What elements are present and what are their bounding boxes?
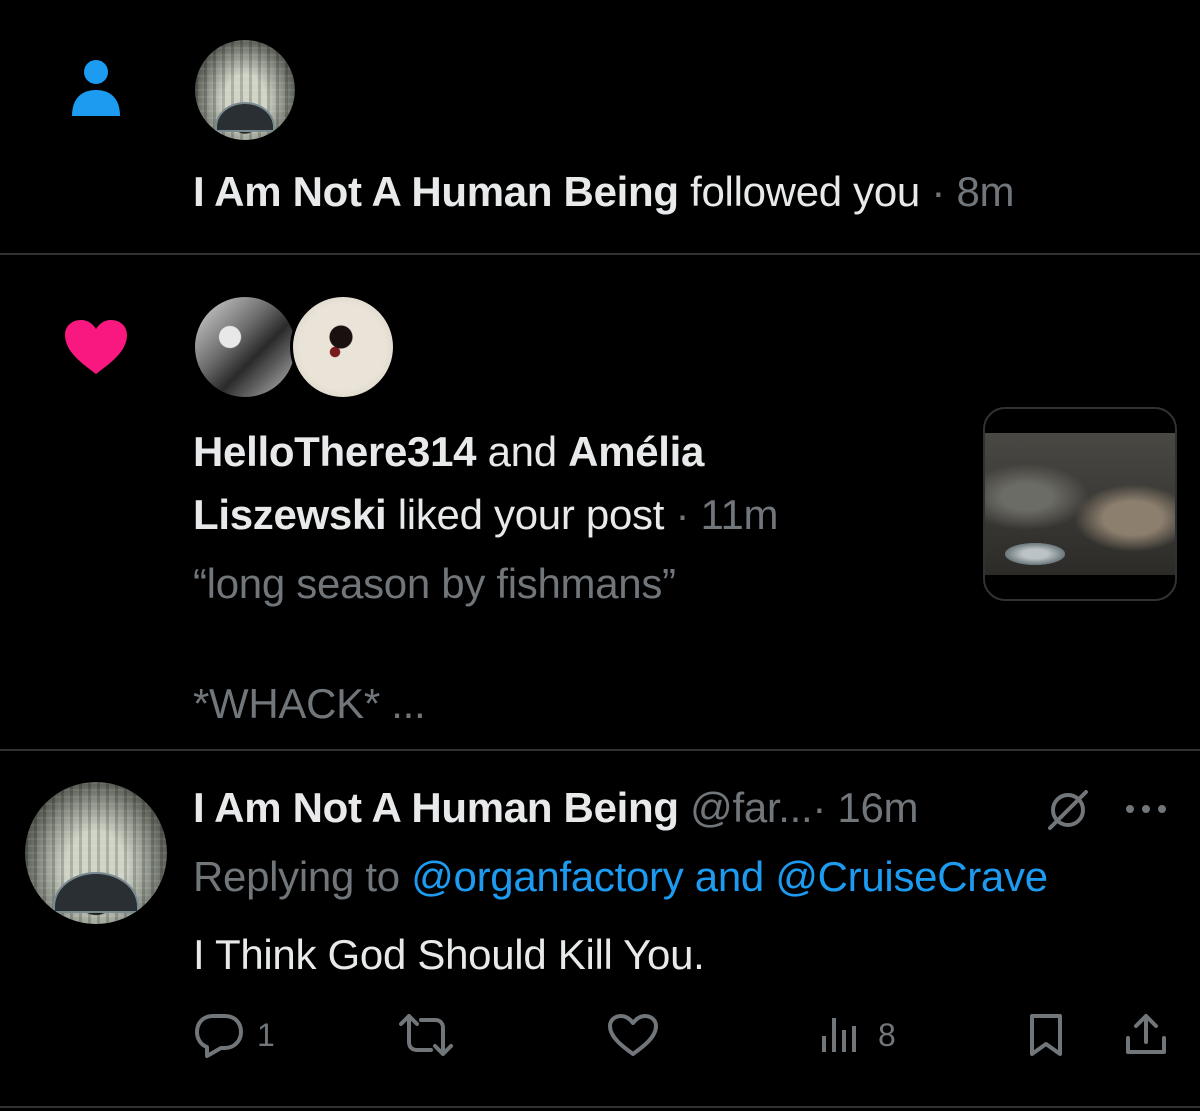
liker-name-1[interactable]: HelloThere314 — [193, 428, 477, 475]
share-icon[interactable] — [1122, 1010, 1170, 1058]
like-icon[interactable] — [606, 1012, 660, 1058]
liked-post-thumbnail[interactable] — [983, 407, 1177, 601]
bookmark-icon[interactable] — [1024, 1012, 1068, 1058]
person-icon — [68, 58, 124, 120]
views-count: 8 — [878, 1017, 896, 1053]
reply-icon[interactable] — [193, 1010, 245, 1060]
replying-targets[interactable]: @organfactory and @CruiseCrave — [411, 853, 1048, 900]
replying-prefix: Replying to — [193, 853, 400, 900]
post-dot: · — [812, 784, 827, 831]
thumbnail-image — [985, 433, 1175, 575]
author-name[interactable]: I Am Not A Human Being — [193, 784, 679, 831]
follower-avatar[interactable] — [195, 40, 295, 140]
liked-post-quote: “long season by fishmans” — [193, 560, 676, 607]
divider — [0, 253, 1200, 255]
liker-name-2b[interactable]: Liszewski — [193, 491, 387, 538]
no-bell-icon[interactable] — [1044, 786, 1092, 834]
like-dot: · — [675, 491, 690, 538]
post-text: I Think God Should Kill You. — [193, 931, 705, 978]
follow-dot: · — [931, 168, 946, 215]
author-avatar[interactable] — [25, 782, 167, 924]
heart-icon — [63, 318, 129, 376]
follow-time: 8m — [956, 168, 1015, 215]
repost-icon[interactable] — [397, 1012, 455, 1058]
reply-count: 1 — [257, 1017, 275, 1053]
follow-action: followed you — [690, 168, 920, 215]
follower-name[interactable]: I Am Not A Human Being — [193, 168, 679, 215]
divider — [0, 749, 1200, 751]
post-time[interactable]: 16m — [837, 784, 918, 831]
like-text-line2: Liszewski liked your post · 11m — [193, 491, 779, 539]
liker-avatar-hellothere314[interactable] — [192, 294, 298, 400]
divider — [0, 1106, 1200, 1108]
liked-post-snippet: *WHACK* ... — [193, 680, 426, 727]
follow-text: I Am Not A Human Being followed you · 8m — [193, 168, 1014, 216]
like-conj: and — [487, 428, 557, 475]
like-time: 11m — [700, 491, 779, 538]
replying-to: Replying to @organfactory and @CruiseCra… — [193, 853, 1048, 901]
liker-avatar-amelia[interactable] — [290, 294, 396, 400]
post-header: I Am Not A Human Being @far...· 16m — [193, 784, 919, 832]
author-handle[interactable]: @far... — [690, 784, 813, 831]
like-action: liked your post — [397, 491, 665, 538]
like-text-line1: HelloThere314 and Amélia — [193, 428, 704, 476]
views-icon[interactable] — [818, 1012, 862, 1056]
liker-name-2a[interactable]: Amélia — [568, 428, 704, 475]
more-options-icon[interactable] — [1122, 794, 1170, 824]
